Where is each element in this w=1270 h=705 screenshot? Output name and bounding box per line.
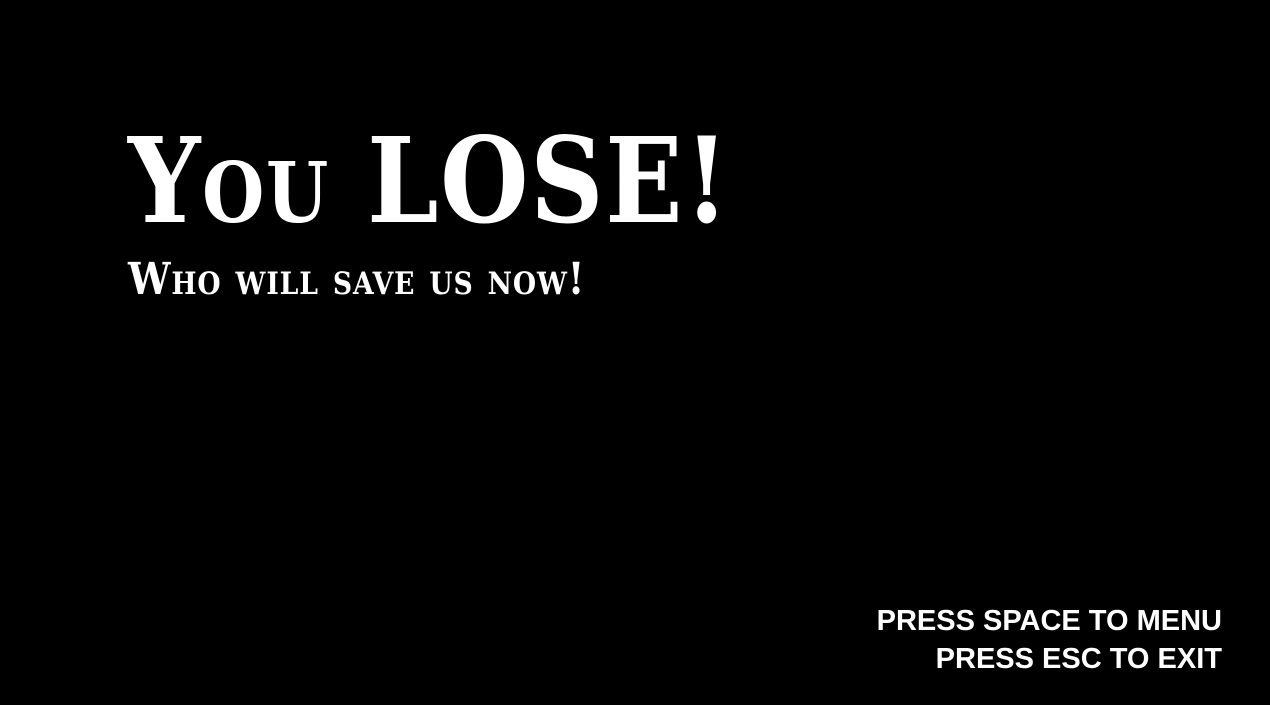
controls-hint: PRESS SPACE TO MENU PRESS ESC TO EXIT <box>877 602 1222 678</box>
game-over-screen: You LOSE! Who will save us now! PRESS SP… <box>0 0 1270 705</box>
game-over-title: You LOSE! <box>128 111 731 250</box>
exit-hint[interactable]: PRESS ESC TO EXIT <box>877 640 1222 678</box>
game-over-subtitle: Who will save us now! <box>128 254 586 305</box>
menu-hint[interactable]: PRESS SPACE TO MENU <box>877 602 1222 640</box>
